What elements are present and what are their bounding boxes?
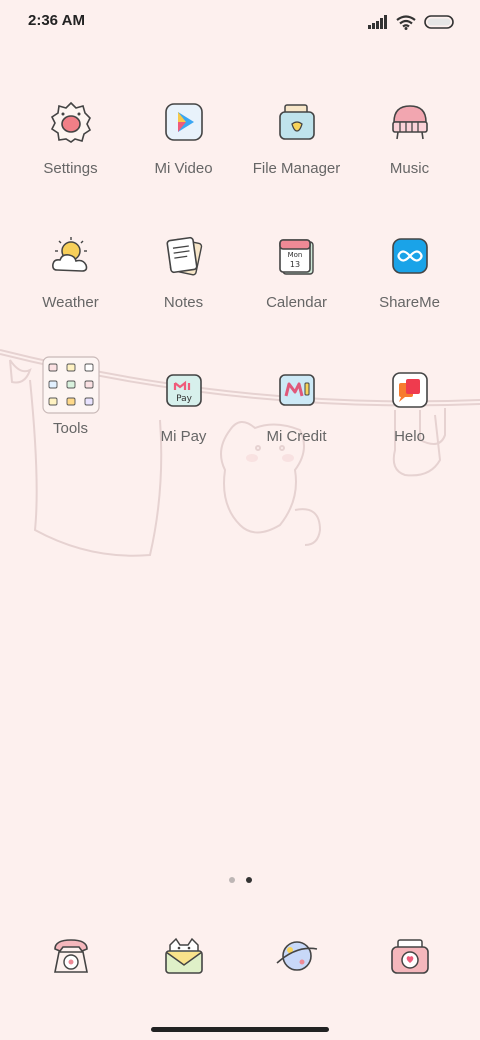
app-file-manager[interactable]: File Manager (240, 96, 353, 196)
dock-browser[interactable] (271, 930, 323, 982)
app-label: Tools (52, 420, 89, 437)
app-label: Notes (163, 294, 204, 311)
calendar-date-text: 13 (289, 260, 299, 269)
app-label: Mi Pay (160, 428, 207, 445)
page-dot-1[interactable] (228, 877, 235, 883)
page-dot-2-active[interactable] (245, 877, 252, 883)
app-label: Calendar (266, 294, 327, 311)
mi-pay-icon-text: Pay (176, 394, 193, 404)
mi-pay-icon: Pay (165, 374, 202, 407)
app-shareme[interactable]: ShareMe (353, 230, 466, 330)
folder-tools[interactable]: Tools (14, 356, 127, 456)
app-settings[interactable]: Settings (14, 96, 127, 196)
app-music[interactable]: Music (353, 96, 466, 196)
battery-icon (424, 15, 454, 29)
messages-icon (165, 937, 203, 974)
app-mi-pay[interactable]: Pay Mi Pay (127, 364, 240, 464)
calendar-icon: Mon 13 (278, 239, 314, 275)
tools-folder-icon (41, 356, 100, 414)
calendar-day-text: Mon (287, 251, 302, 259)
app-label: Mi Credit (266, 428, 327, 445)
app-label: File Manager (252, 160, 341, 177)
settings-icon (50, 101, 91, 143)
music-icon (391, 105, 428, 140)
app-weather[interactable]: Weather (14, 230, 127, 330)
app-label: Helo (394, 428, 425, 445)
status-bar: 2:36 AM (0, 0, 480, 44)
app-helo[interactable]: Helo (353, 364, 466, 464)
app-mi-video[interactable]: Mi Video (127, 96, 240, 196)
page-indicator[interactable] (0, 877, 480, 887)
browser-icon (276, 941, 318, 971)
app-calendar[interactable]: Mon 13 Calendar (240, 230, 353, 330)
dock-messages[interactable] (158, 930, 210, 982)
app-label: Music (389, 160, 430, 177)
mi-video-icon (164, 103, 203, 141)
home-indicator[interactable] (151, 1027, 329, 1032)
status-icons (368, 12, 454, 32)
app-notes[interactable]: Notes (127, 230, 240, 330)
dock (0, 930, 480, 984)
app-label: ShareMe (379, 294, 440, 311)
weather-icon (51, 237, 87, 272)
app-mi-credit[interactable]: Mi Credit (240, 364, 353, 464)
phone-icon (54, 939, 88, 973)
file-manager-icon (278, 104, 315, 140)
shareme-icon (391, 238, 428, 274)
mi-credit-icon (278, 374, 315, 406)
wifi-icon (396, 14, 416, 30)
camera-icon (391, 939, 429, 974)
notes-icon (165, 236, 202, 276)
app-label: Mi Video (154, 160, 213, 177)
clock-time: 2:36 AM (28, 12, 85, 29)
signal-icon (368, 15, 387, 29)
app-label: Weather (42, 294, 99, 311)
dock-phone[interactable] (45, 930, 97, 982)
helo-icon (391, 372, 428, 408)
dock-camera[interactable] (384, 930, 436, 982)
app-label: Settings (43, 160, 98, 177)
